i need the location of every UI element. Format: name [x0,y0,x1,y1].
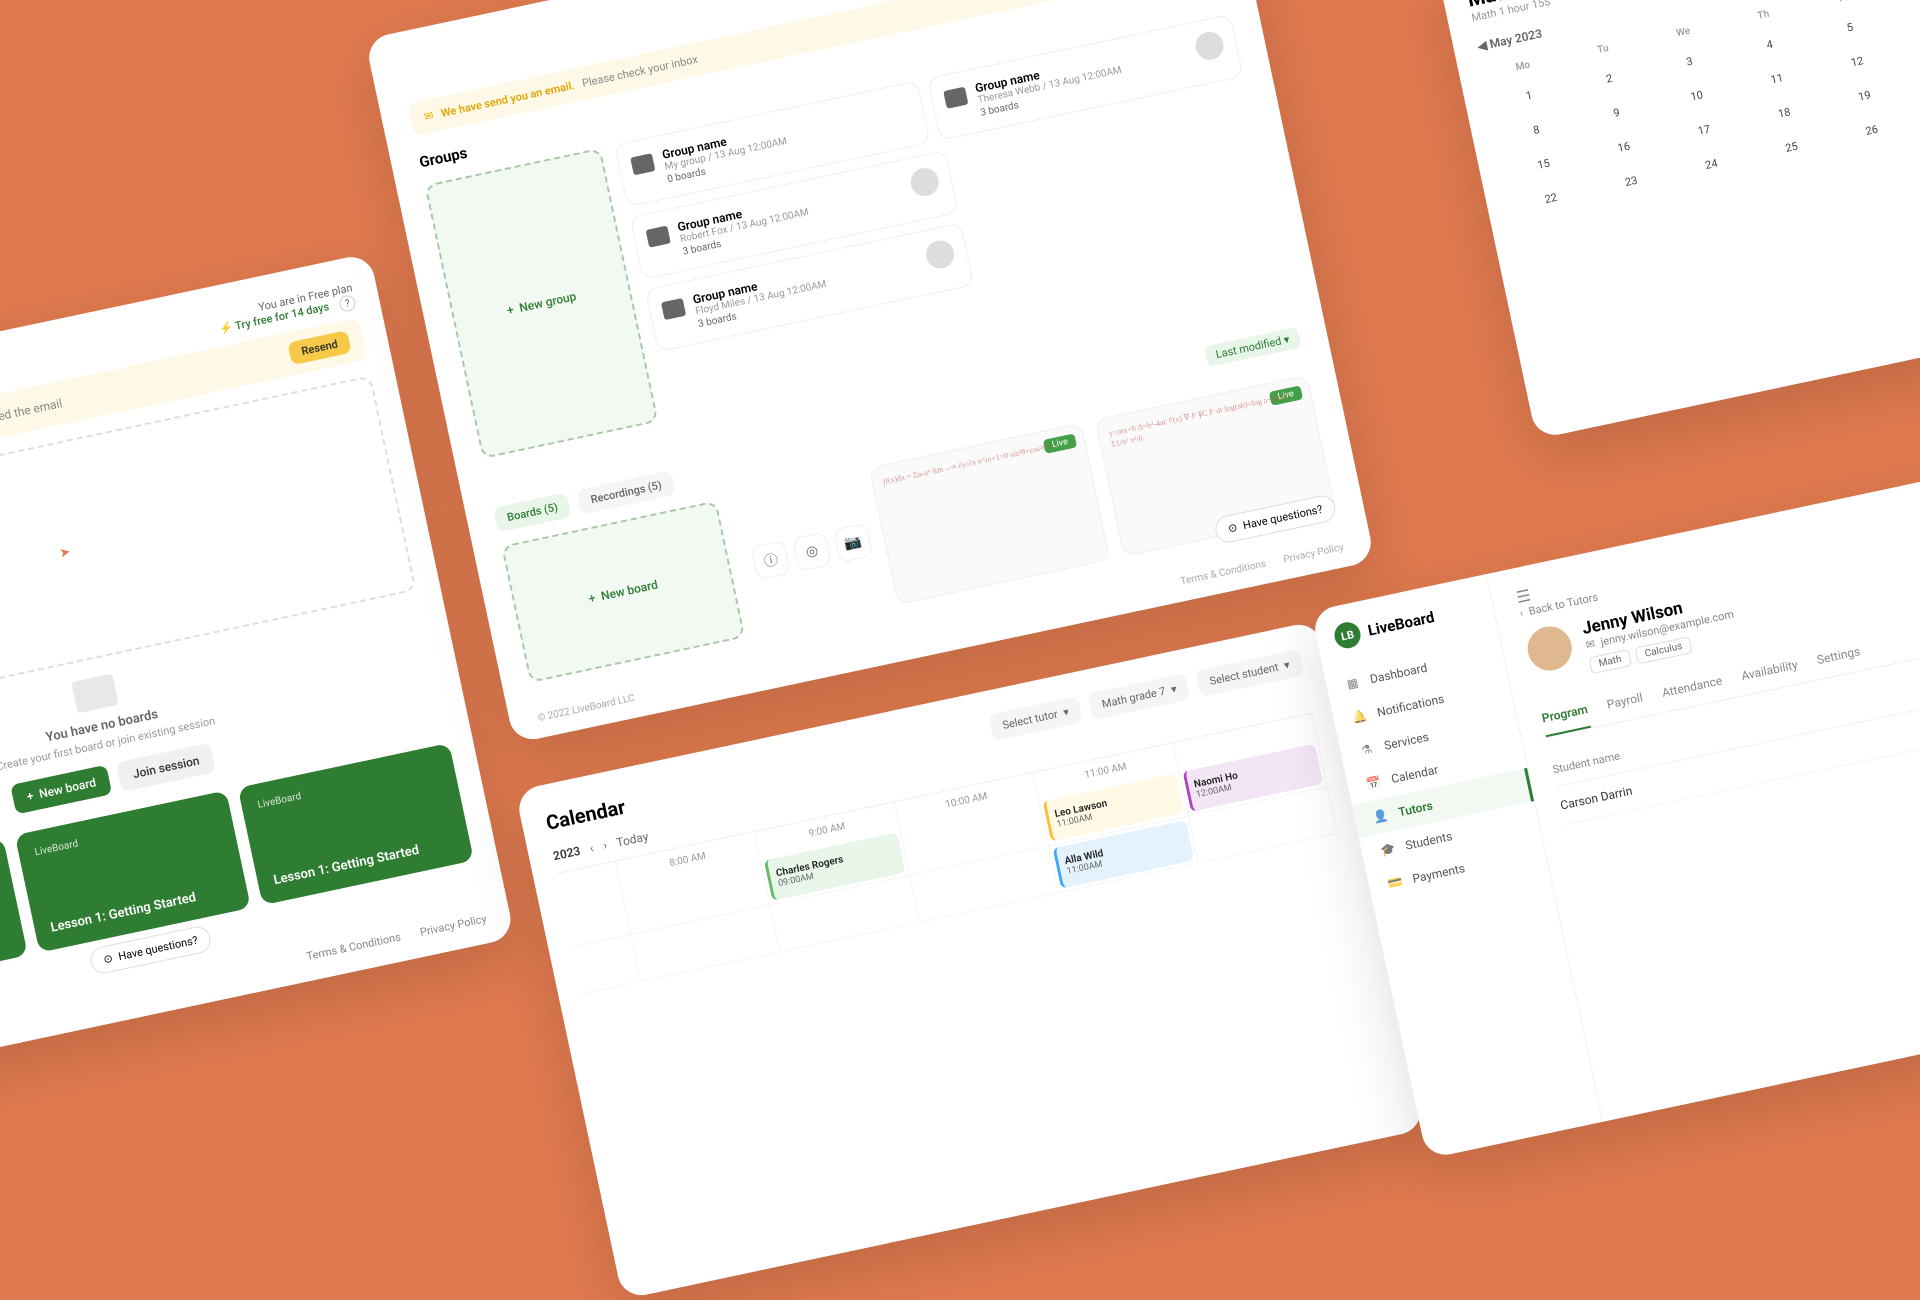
copyright: © 2022 LiveBoard LLC [537,693,636,724]
folder-icon [661,298,686,320]
groups-screen: ⇪ ⋮ ✉ We have send you an email. Please … [365,0,1375,744]
boards-tab[interactable]: Boards (5) [493,492,572,532]
tab-program[interactable]: Program [1539,692,1592,737]
terms-link[interactable]: Terms & Conditions [305,930,402,963]
period-label: 2023 [552,844,582,863]
folder-icon [646,226,671,248]
lesson-detail: Math lesson Math 1 hour 15$ 10:00 ▾ ◀ Ma… [1437,0,1920,439]
subject-tag: Calculus [1634,636,1693,664]
folder-icon [943,87,968,109]
lesson-card[interactable]: LiveBoard Lesson 1: Getting Started [238,743,474,905]
subject-tag: Math [1588,649,1632,674]
recordings-tab[interactable]: Recordings (5) [577,470,676,514]
mail-icon: ✉ [423,109,435,124]
nav-icon: 👤 [1371,807,1390,826]
tab-payroll[interactable]: Payroll [1604,681,1647,724]
folder-icon [630,153,655,175]
today-button[interactable]: Today [615,829,650,849]
tab-attendance[interactable]: Attendance [1659,664,1726,712]
subject-filter[interactable]: Math grade 7 ▾ [1088,673,1192,720]
nav-icon: ⚗ [1357,740,1376,759]
instagram-icon[interactable]: ◎ [792,531,832,571]
board-thumbnail[interactable]: Live ∫f(x)dx = Σaₙxⁿ lim→∞ ∂y/∂x e^iπ+1=… [869,423,1110,605]
nav-icon: 🎓 [1378,840,1397,859]
board-icon [71,673,119,713]
tab-availability[interactable]: Availability [1738,648,1801,695]
page-title: Calendar [544,794,628,834]
nav-icon: ▦ [1343,674,1362,693]
resend-button[interactable]: Resend [287,330,351,365]
cursor-icon: ➤ [58,544,72,561]
new-board-button[interactable]: + New board [10,765,113,815]
join-session-button[interactable]: Join session [116,743,216,792]
calendar-day[interactable]: 6 [1888,0,1920,35]
nav-icon: 💳 [1386,873,1405,892]
avatar [1193,29,1226,62]
prev-button[interactable]: ‹ [588,841,594,855]
help-icon[interactable]: ? [338,294,357,313]
mail-icon: ✉ [1584,637,1596,652]
student-filter[interactable]: Select student ▾ [1195,649,1304,697]
nav-icon: 📅 [1364,774,1383,793]
new-group-button[interactable]: + New group [424,148,658,459]
nav-icon: 🔔 [1350,707,1369,726]
tutor-filter[interactable]: Select tutor ▾ [988,696,1083,741]
calendar-screen: Calendar Select tutor ▾ Math grade 7 ▾ S… [515,620,1425,1299]
next-button[interactable]: › [602,838,608,852]
sort-dropdown[interactable]: Last modified ▾ [1204,327,1301,367]
tab-settings[interactable]: Settings [1814,634,1864,678]
info-icon[interactable]: ⓘ [751,540,791,580]
lesson-card[interactable]: LiveBoard Lesson 1: Getting Started [15,790,251,952]
avatar [908,165,941,198]
schedule-grid: 8:00 AM 9:00 AM 10:00 AM 11:00 AM Charle… [557,712,1338,994]
camera-icon[interactable]: 📷 [833,523,873,563]
new-board-button[interactable]: + New board [501,500,745,683]
privacy-link[interactable]: Privacy Policy [1282,542,1345,566]
terms-link[interactable]: Terms & Conditions [1180,559,1268,588]
tutor-avatar [1524,622,1576,674]
logo-icon: LB [1332,620,1363,651]
avatar [923,238,956,271]
privacy-link[interactable]: Privacy Policy [419,912,488,939]
